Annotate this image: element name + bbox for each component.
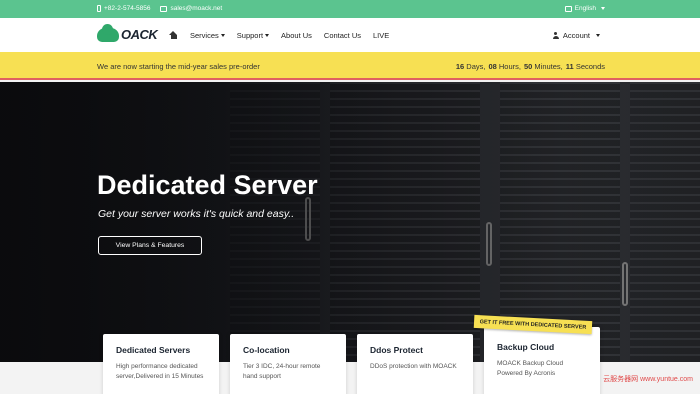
nav-item-support[interactable]: Support bbox=[236, 31, 270, 40]
countdown-days-label: Days, bbox=[466, 62, 486, 71]
phone-icon bbox=[97, 5, 101, 12]
mail-icon bbox=[160, 5, 168, 12]
nav-item-label: Services bbox=[190, 31, 219, 40]
nav-item-contact-us[interactable]: Contact Us bbox=[324, 31, 361, 40]
service-card-ddos-protect[interactable]: Ddos Protect DDoS protection with MOACK bbox=[357, 334, 473, 394]
countdown-minutes-label: Minutes, bbox=[534, 62, 563, 71]
watermark: 云服务器网 www.yuntue.com bbox=[603, 376, 693, 383]
logo[interactable]: OACK bbox=[97, 23, 158, 42]
nav-item-label: Contact Us bbox=[323, 31, 362, 40]
logo-text: OACK bbox=[121, 27, 158, 42]
nav-item-live[interactable]: LIVE bbox=[373, 31, 389, 40]
countdown-seconds: 11 bbox=[565, 62, 574, 71]
nav-item-services[interactable]: Services bbox=[190, 31, 225, 40]
view-plans-button[interactable]: View Plans & Features bbox=[98, 236, 202, 255]
nav-item-label: About Us bbox=[281, 31, 312, 40]
nav-menu: Services Support About Us Contact Us LIV… bbox=[190, 31, 401, 40]
countdown-hours: 08 bbox=[488, 62, 497, 71]
card-title: Backup Cloud bbox=[497, 342, 555, 352]
card-description: Tier 3 IDC, 24-hour remote hand support bbox=[243, 363, 321, 380]
nav-item-label: Support bbox=[236, 31, 264, 40]
nav-item-label: LIVE bbox=[373, 31, 390, 40]
service-card-backup-cloud[interactable]: Backup Cloud MOACK Backup Cloud Powered … bbox=[484, 327, 600, 394]
home-icon[interactable] bbox=[169, 31, 178, 39]
card-title: Co-location bbox=[243, 345, 290, 355]
account-label: Account bbox=[562, 31, 590, 40]
email-contact[interactable]: sales@moack.net bbox=[160, 5, 222, 12]
card-title: Ddos Protect bbox=[370, 345, 423, 355]
phone-contact[interactable]: +82-2-574-5856 bbox=[97, 5, 150, 12]
flag-icon bbox=[564, 5, 572, 12]
promo-banner: We are now starting the mid-year sales p… bbox=[0, 52, 700, 80]
service-card-co-location[interactable]: Co-location Tier 3 IDC, 24-hour remote h… bbox=[230, 334, 346, 394]
countdown-minutes: 50 bbox=[523, 62, 533, 71]
chevron-down-icon bbox=[601, 7, 605, 10]
hero-title: Dedicated Server bbox=[97, 170, 318, 200]
chevron-down-icon bbox=[596, 34, 600, 37]
nav-item-about-us[interactable]: About Us bbox=[281, 31, 312, 40]
language-selector[interactable]: English bbox=[564, 5, 605, 12]
chevron-down-icon bbox=[265, 34, 270, 37]
chevron-down-icon bbox=[220, 34, 225, 37]
cloud-logo-icon bbox=[97, 23, 119, 42]
card-title: Dedicated Servers bbox=[116, 345, 191, 355]
email-address: sales@moack.net bbox=[170, 5, 223, 12]
hero-subtitle: Get your server works it's quick and eas… bbox=[98, 208, 295, 220]
phone-number: +82-2-574-5856 bbox=[104, 5, 151, 12]
countdown-hours-label: Hours, bbox=[498, 62, 521, 71]
countdown-days: 16 bbox=[455, 62, 465, 71]
card-description: MOACK Backup Cloud Powered By Acronis bbox=[497, 360, 564, 377]
main-navigation: OACK Services Support About Us Contact U… bbox=[0, 18, 700, 52]
service-card-dedicated-servers[interactable]: Dedicated Servers High performance dedic… bbox=[103, 334, 219, 394]
user-icon bbox=[552, 32, 559, 39]
promo-message: We are now starting the mid-year sales p… bbox=[97, 62, 260, 71]
card-description: High performance dedicated server,Delive… bbox=[116, 363, 204, 380]
countdown-seconds-label: Seconds bbox=[575, 62, 605, 71]
countdown-timer: 16 Days, 08 Hours, 50 Minutes, 11 Second… bbox=[456, 62, 605, 71]
account-menu[interactable]: Account bbox=[552, 31, 600, 40]
language-label: English bbox=[574, 5, 596, 12]
card-description: DDoS protection with MOACK bbox=[370, 363, 457, 370]
top-bar: +82-2-574-5856 sales@moack.net English bbox=[0, 0, 700, 18]
